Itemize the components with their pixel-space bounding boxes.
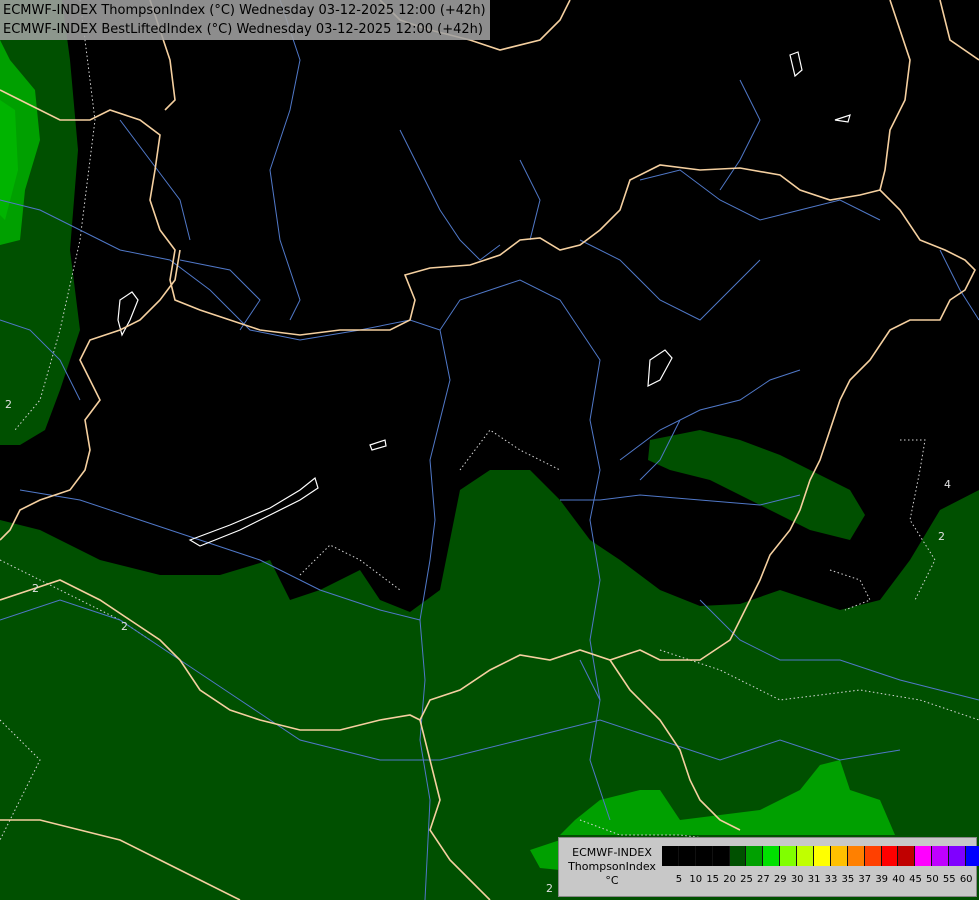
legend-caption: ECMWF-INDEX ThompsonIndex °C: [563, 846, 661, 888]
legend-unit: °C: [605, 874, 619, 887]
legend-tick-label: 39: [875, 874, 889, 885]
legend-ticks: 5 10 15 20 25 27 29 30 31 33 35 37 39 40 45 50 55 60: [662, 874, 979, 888]
legend-swatch: [932, 846, 950, 866]
legend-tick-label: 55: [942, 874, 956, 885]
legend-tick-label: 29: [773, 874, 787, 885]
legend-swatch: [966, 846, 979, 866]
legend-swatch: [695, 846, 713, 866]
legend-swatch: [678, 846, 696, 866]
legend-tick-label: 45: [909, 874, 922, 885]
legend-tick-label: 30: [790, 874, 804, 885]
legend-tick-label: 60: [959, 874, 973, 885]
legend-tick-label: 15: [706, 874, 720, 885]
legend-swatch: [814, 846, 831, 866]
legend-swatch: [780, 846, 798, 866]
color-legend: ECMWF-INDEX ThompsonIndex °C 5 10 15 20 25 27…: [558, 837, 979, 897]
legend-swatch: [712, 846, 730, 866]
legend-color-scale: [662, 846, 979, 866]
legend-swatch: [864, 846, 882, 866]
contour-label: 2: [32, 582, 39, 595]
legend-tick-label: 50: [926, 874, 939, 885]
legend-tick-label: 5: [675, 874, 683, 885]
legend-swatch: [830, 846, 848, 866]
legend-tick-label: 25: [740, 874, 753, 885]
contour-label: 4: [944, 478, 951, 491]
legend-tick-label: 40: [892, 874, 905, 885]
map-title-box: ECMWF-INDEX ThompsonIndex (°C) Wednesday…: [0, 0, 490, 40]
legend-swatch: [898, 846, 916, 866]
weather-map: 2 2 2 2 4 2: [0, 0, 979, 900]
legend-swatch: [847, 846, 865, 866]
legend-swatch: [729, 846, 747, 866]
legend-tick-label: 20: [723, 874, 736, 885]
legend-tick-label: 10: [689, 874, 703, 885]
legend-swatch: [746, 846, 764, 866]
legend-tick-label: 27: [757, 874, 770, 885]
legend-swatch: [949, 846, 967, 866]
contour-label: 2: [5, 398, 12, 411]
map-title-line-2: ECMWF-INDEX BestLiftedIndex (°C) Wednesd…: [3, 22, 483, 37]
legend-parameter: ThompsonIndex: [568, 860, 656, 873]
legend-swatch: [662, 846, 679, 866]
map-title-line-1: ECMWF-INDEX ThompsonIndex (°C) Wednesday…: [3, 3, 486, 18]
legend-model: ECMWF-INDEX: [572, 846, 652, 859]
legend-swatch: [763, 846, 781, 866]
contour-label: 2: [121, 620, 128, 633]
legend-tick-label: 31: [807, 874, 821, 885]
legend-swatch: [797, 846, 815, 866]
legend-swatch: [881, 846, 899, 866]
contour-label: 2: [546, 882, 553, 895]
legend-swatch: [915, 846, 933, 866]
legend-tick-label: 33: [824, 874, 838, 885]
legend-tick-label: 35: [841, 874, 855, 885]
contour-label: 2: [938, 530, 945, 543]
legend-tick-label: 37: [858, 874, 872, 885]
